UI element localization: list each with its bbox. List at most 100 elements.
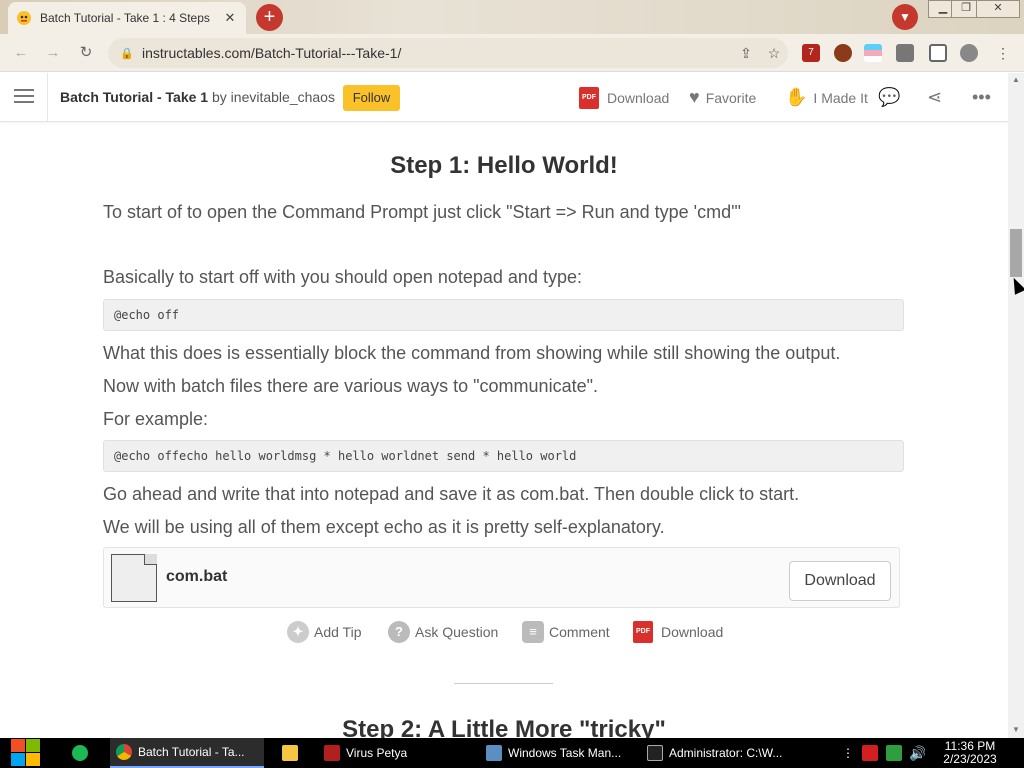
comment-bubble-icon: 💬 [878, 87, 901, 107]
file-name[interactable]: com.bat [166, 568, 227, 586]
favorite-label: Favorite [705, 89, 757, 106]
heart-icon: ♥ [689, 87, 700, 107]
chrome-icon [116, 744, 132, 760]
question-mark-icon: ? [388, 621, 410, 643]
side-panel-icon[interactable] [929, 44, 947, 62]
extension-badge: 7 [808, 47, 814, 58]
header-download-label: Download [607, 90, 670, 106]
scrollbar-track[interactable] [1008, 73, 1024, 738]
file-download-button[interactable]: Download [789, 561, 891, 601]
made-it-label: I Made It [813, 89, 868, 106]
share-button[interactable]: ⋖ [927, 87, 948, 108]
reload-button[interactable]: ↻ [75, 43, 97, 63]
system-clock[interactable]: 11:36 PM 2/23/2023 [936, 740, 1004, 766]
hand-icon: ✋ [785, 87, 808, 107]
folder-icon [282, 745, 298, 761]
lightbulb-icon: ✦ [287, 621, 309, 643]
profile-avatar-icon[interactable] [960, 44, 978, 62]
i-made-it-button[interactable]: ✋ I Made It [785, 87, 868, 108]
code-block: @echo offecho hello worldmsg * hello wor… [103, 440, 904, 472]
pdf-icon: PDF [579, 87, 599, 109]
petya-skull-icon [324, 745, 340, 761]
scroll-down-arrow-icon[interactable]: ▼ [1008, 723, 1024, 737]
spotify-taskbar-icon[interactable] [66, 738, 96, 768]
file-attachment: com.bat Download [103, 547, 900, 608]
step-1-paragraph: What this does is essentially block the … [103, 343, 841, 363]
start-button[interactable] [10, 738, 42, 768]
browser-tab[interactable]: Batch Tutorial - Take 1 : 4 Steps ✕ [8, 2, 246, 34]
url-input[interactable]: 🔒 instructables.com/Batch-Tutorial---Tak… [108, 38, 788, 68]
taskbar-item-command-prompt[interactable]: Administrator: C:\W... [641, 738, 795, 768]
arrow-right-icon: → [45, 44, 61, 61]
step-1-paragraph: Basically to start off with you should o… [103, 267, 582, 287]
share-icon[interactable]: ⇪ [732, 45, 760, 62]
site-header: Batch Tutorial - Take 1 by inevitable_ch… [0, 73, 1008, 122]
header-divider [47, 73, 48, 122]
close-window-button[interactable]: ✕ [976, 0, 1020, 18]
forward-button[interactable]: → [42, 43, 64, 63]
ellipsis-icon: ••• [972, 87, 991, 107]
taskbar: Batch Tutorial - Ta... Virus Petya Windo… [0, 738, 1024, 768]
add-tip-button[interactable]: ✦ Add Tip [287, 621, 361, 643]
tab-close-icon[interactable]: ✕ [222, 10, 238, 26]
clock-date: 2/23/2023 [943, 752, 997, 766]
header-download-button[interactable]: PDF Download [579, 87, 669, 109]
file-icon-fold [144, 554, 157, 565]
tray-network-icon[interactable] [880, 738, 902, 768]
main-content: Step 1: Hello World! To start of to open… [0, 123, 1008, 738]
step-1-paragraph: Go ahead and write that into notepad and… [103, 484, 800, 504]
chevron-down-icon: ▼ [899, 10, 911, 24]
step-1-title: Step 1: Hello World! [390, 152, 618, 179]
comment-label: Comment [549, 624, 610, 640]
favorite-button[interactable]: ♥ Favorite [689, 87, 756, 108]
task-manager-icon [486, 745, 502, 761]
tray-overflow-icon[interactable]: ⋮ [836, 738, 850, 768]
taskbar-item-label: Batch Tutorial - Ta... [138, 745, 245, 759]
step-2-title: Step 2: A Little More "tricky" [342, 716, 666, 738]
instructables-favicon-icon [17, 11, 31, 25]
taskbar-item-label: Virus Petya [346, 746, 408, 760]
command-prompt-icon [647, 745, 663, 761]
kebab-menu-icon[interactable]: ⋮ [994, 44, 1012, 62]
address-bar-row: ← → ↻ 🔒 instructables.com/Batch-Tutorial… [0, 34, 1024, 72]
flag-extension-icon[interactable] [864, 44, 882, 62]
author-byline[interactable]: by inevitable_chaos [212, 89, 335, 105]
comment-button[interactable]: ≡ Comment [522, 621, 610, 643]
tab-search-button[interactable]: ▼ [892, 4, 918, 30]
project-title[interactable]: Batch Tutorial - Take 1 [60, 89, 208, 105]
section-divider [454, 683, 553, 684]
taskbar-item-label: Administrator: C:\W... [669, 746, 783, 760]
scroll-up-arrow-icon[interactable]: ▲ [1008, 73, 1024, 87]
new-tab-button[interactable]: + [256, 4, 283, 31]
back-button[interactable]: ← [10, 43, 32, 63]
code-block: @echo off [103, 299, 904, 331]
ask-question-button[interactable]: ? Ask Question [388, 621, 498, 643]
file-explorer-taskbar-icon[interactable] [276, 738, 306, 768]
step-1-paragraph: For example: [103, 409, 209, 429]
ublock-extension-icon[interactable]: 7 [802, 44, 820, 62]
more-options-button[interactable]: ••• [972, 87, 997, 108]
comment-bubble-icon: ≡ [522, 621, 544, 643]
tab-title: Batch Tutorial - Take 1 : 4 Steps [40, 11, 210, 25]
step-1-paragraph: To start of to open the Command Prompt j… [103, 202, 741, 222]
taskbar-item-label: Windows Task Man... [508, 746, 622, 760]
scrollbar-thumb[interactable] [1010, 229, 1022, 277]
puzzle-extensions-icon[interactable] [896, 44, 914, 62]
comments-button[interactable]: 💬 [878, 87, 906, 108]
taskbar-item-task-manager[interactable]: Windows Task Man... [480, 738, 634, 768]
browser-tab-bar: Batch Tutorial - Take 1 : 4 Steps ✕ + ▼ … [0, 0, 1024, 34]
tray-volume-icon[interactable]: 🔊 [903, 738, 925, 768]
share-icon: ⋖ [927, 87, 943, 107]
taskbar-item-virus-petya[interactable]: Virus Petya [318, 738, 472, 768]
step-1-paragraph: Now with batch files there are various w… [103, 376, 598, 396]
spotify-icon [72, 745, 88, 761]
arrow-left-icon: ← [13, 44, 29, 61]
lock-icon: 🔒 [120, 47, 134, 60]
tray-flag-icon[interactable] [856, 738, 878, 768]
pdf-download-button[interactable]: PDF Download [633, 621, 723, 643]
hamburger-menu-icon[interactable] [14, 89, 34, 105]
taskbar-item-chrome[interactable]: Batch Tutorial - Ta... [110, 738, 264, 768]
bookmark-star-icon[interactable]: ☆ [760, 45, 788, 62]
extension-icon[interactable] [834, 44, 852, 62]
follow-button[interactable]: Follow [343, 85, 400, 111]
